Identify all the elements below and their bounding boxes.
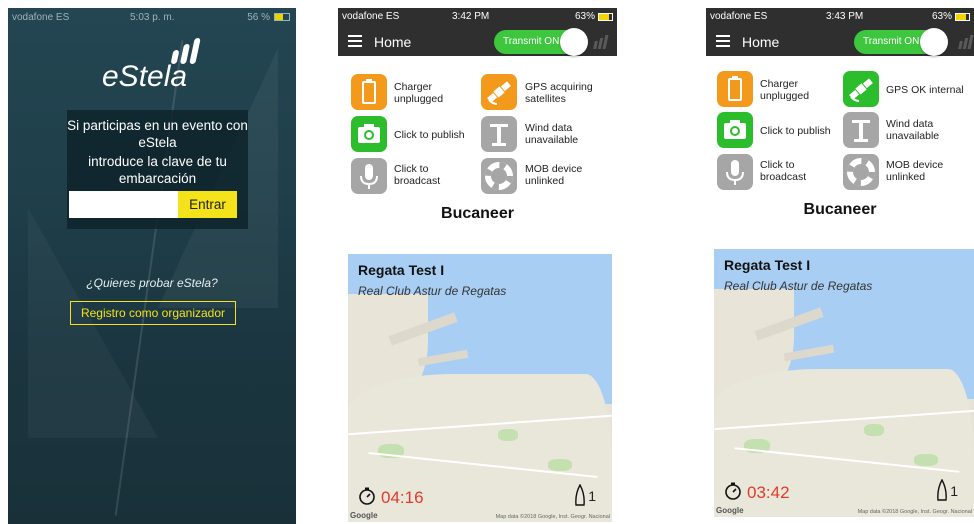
battery-label: 63% — [931, 11, 952, 22]
app-logo: eStela — [102, 60, 188, 93]
race-timer: 04:16 — [381, 488, 424, 507]
charger-status-label: Charger unplugged — [760, 78, 810, 102]
clock-label: 5:03 p. m. — [130, 12, 175, 23]
mob-device-label: MOB device unlinked — [886, 159, 944, 183]
register-organizer-button[interactable]: Registro como organizador — [70, 301, 236, 325]
map-attribution: Map data ©2018 Google, Inst. Geogr. Naci… — [857, 509, 972, 515]
event-map[interactable]: Regata Test I Real Club Astur de Regatas… — [714, 249, 974, 517]
wind-status-label: Wind data unavailable — [525, 122, 579, 146]
code-prompt: introduce la clave de tu embarcación — [88, 154, 227, 186]
wind-status-label: Wind data unavailable — [886, 118, 940, 142]
battery-label: 63% — [574, 11, 595, 22]
boat-count: 1 — [588, 488, 596, 504]
satellite-icon — [487, 81, 511, 105]
signal-bars-icon — [593, 35, 609, 49]
event-map[interactable]: Regata Test I Real Club Astur de Regatas… — [348, 254, 612, 522]
event-club: Real Club Astur de Regatas — [358, 284, 507, 298]
boat-code-input[interactable] — [69, 191, 179, 218]
charger-status-button[interactable] — [351, 74, 387, 110]
publish-photo-button[interactable] — [351, 116, 387, 152]
enter-button[interactable]: Entrar — [178, 191, 237, 218]
map-park — [914, 454, 938, 466]
boat-count: 1 — [950, 483, 958, 499]
signal-bars-icon — [958, 35, 974, 49]
wind-sensor-icon — [490, 124, 508, 146]
map-attribution: Map data ©2018 Google, Inst. Geogr. Naci… — [495, 514, 610, 520]
event-title: Regata Test I — [358, 262, 445, 278]
home-screen: vodafone ES 3:43 PM 63% Home Transmit ON… — [706, 8, 974, 524]
map-park — [864, 424, 884, 436]
gps-status-button[interactable] — [481, 74, 517, 110]
wind-status-button[interactable] — [481, 116, 517, 152]
race-timer: 03:42 — [747, 483, 790, 502]
battery-icon — [598, 13, 613, 21]
battery-icon — [955, 13, 970, 21]
app-header: vodafone ES 3:43 PM 63% Home Transmit ON — [706, 8, 974, 56]
map-brand: Google — [350, 511, 378, 520]
map-park — [548, 459, 572, 471]
stopwatch-icon — [359, 487, 375, 505]
broadcast-audio-button[interactable] — [717, 154, 753, 190]
page-title: Home — [374, 34, 412, 50]
lifebuoy-icon — [485, 162, 513, 190]
gps-status-label: GPS acquiring satellites — [525, 81, 593, 105]
mob-device-button[interactable] — [843, 154, 879, 190]
toggle-knob — [920, 28, 948, 56]
battery-label: 56 % — [247, 12, 270, 23]
event-club: Real Club Astur de Regatas — [724, 279, 873, 293]
hamburger-menu-icon[interactable] — [348, 35, 362, 47]
carrier-label: vodafone ES — [342, 11, 400, 22]
transmit-toggle[interactable]: Transmit ON — [854, 28, 948, 56]
transmit-toggle[interactable]: Transmit ON — [494, 28, 588, 56]
battery-icon — [274, 13, 290, 21]
satellite-icon — [849, 78, 873, 102]
carrier-label: vodafone ES — [12, 12, 70, 23]
gps-status-button[interactable] — [843, 71, 879, 107]
camera-icon — [724, 120, 746, 139]
try-estela-text: ¿Quieres probar eStela? — [86, 276, 218, 290]
boat-name: Bucaneer — [441, 205, 514, 222]
transmit-toggle-label: Transmit ON — [863, 36, 920, 47]
clock-label: 3:43 PM — [826, 11, 864, 22]
microphone-icon — [360, 164, 378, 189]
microphone-icon — [726, 160, 744, 185]
publish-photo-label: Click to publish — [394, 129, 465, 141]
screenshot-stage: vodafone ES 5:03 p. m. 56 % eStela Si pa… — [0, 0, 974, 524]
mob-device-label: MOB device unlinked — [525, 163, 583, 187]
app-header: vodafone ES 3:42 PM 63% Home Transmit ON — [338, 8, 617, 56]
toggle-knob — [560, 28, 588, 56]
camera-icon — [358, 124, 380, 143]
lifebuoy-icon — [847, 158, 875, 186]
clock-label: 3:42 PM — [452, 11, 490, 22]
map-park — [498, 429, 518, 441]
broadcast-audio-button[interactable] — [351, 158, 387, 194]
publish-photo-label: Click to publish — [760, 125, 831, 137]
event-prompt: Si participas en un evento con eStela — [67, 118, 248, 150]
mob-device-button[interactable] — [481, 158, 517, 194]
boat-name: Bucaneer — [803, 201, 877, 218]
boat-icon — [575, 484, 585, 506]
transmit-toggle-label: Transmit ON — [503, 36, 560, 47]
charger-status-button[interactable] — [717, 71, 753, 107]
stopwatch-icon — [725, 482, 741, 500]
hamburger-menu-icon[interactable] — [716, 35, 730, 47]
page-title: Home — [742, 34, 780, 50]
wind-sensor-icon — [852, 120, 870, 142]
map-brand: Google — [716, 506, 744, 515]
boat-icon — [937, 479, 947, 501]
broadcast-audio-label: Click to broadcast — [760, 159, 807, 183]
event-title: Regata Test I — [724, 257, 811, 273]
battery-icon — [728, 76, 742, 101]
status-bar: vodafone ES 5:03 p. m. 56 % — [8, 8, 296, 26]
gps-status-label: GPS OK internal — [886, 84, 964, 96]
charger-status-label: Charger unplugged — [394, 81, 444, 105]
login-screen: vodafone ES 5:03 p. m. 56 % eStela Si pa… — [8, 8, 296, 524]
publish-photo-button[interactable] — [717, 112, 753, 148]
wind-status-button[interactable] — [843, 112, 879, 148]
broadcast-audio-label: Click to broadcast — [394, 163, 441, 187]
home-screen: vodafone ES 3:42 PM 63% Home Transmit ON… — [338, 8, 617, 524]
carrier-label: vodafone ES — [710, 11, 768, 22]
battery-icon — [362, 79, 376, 104]
